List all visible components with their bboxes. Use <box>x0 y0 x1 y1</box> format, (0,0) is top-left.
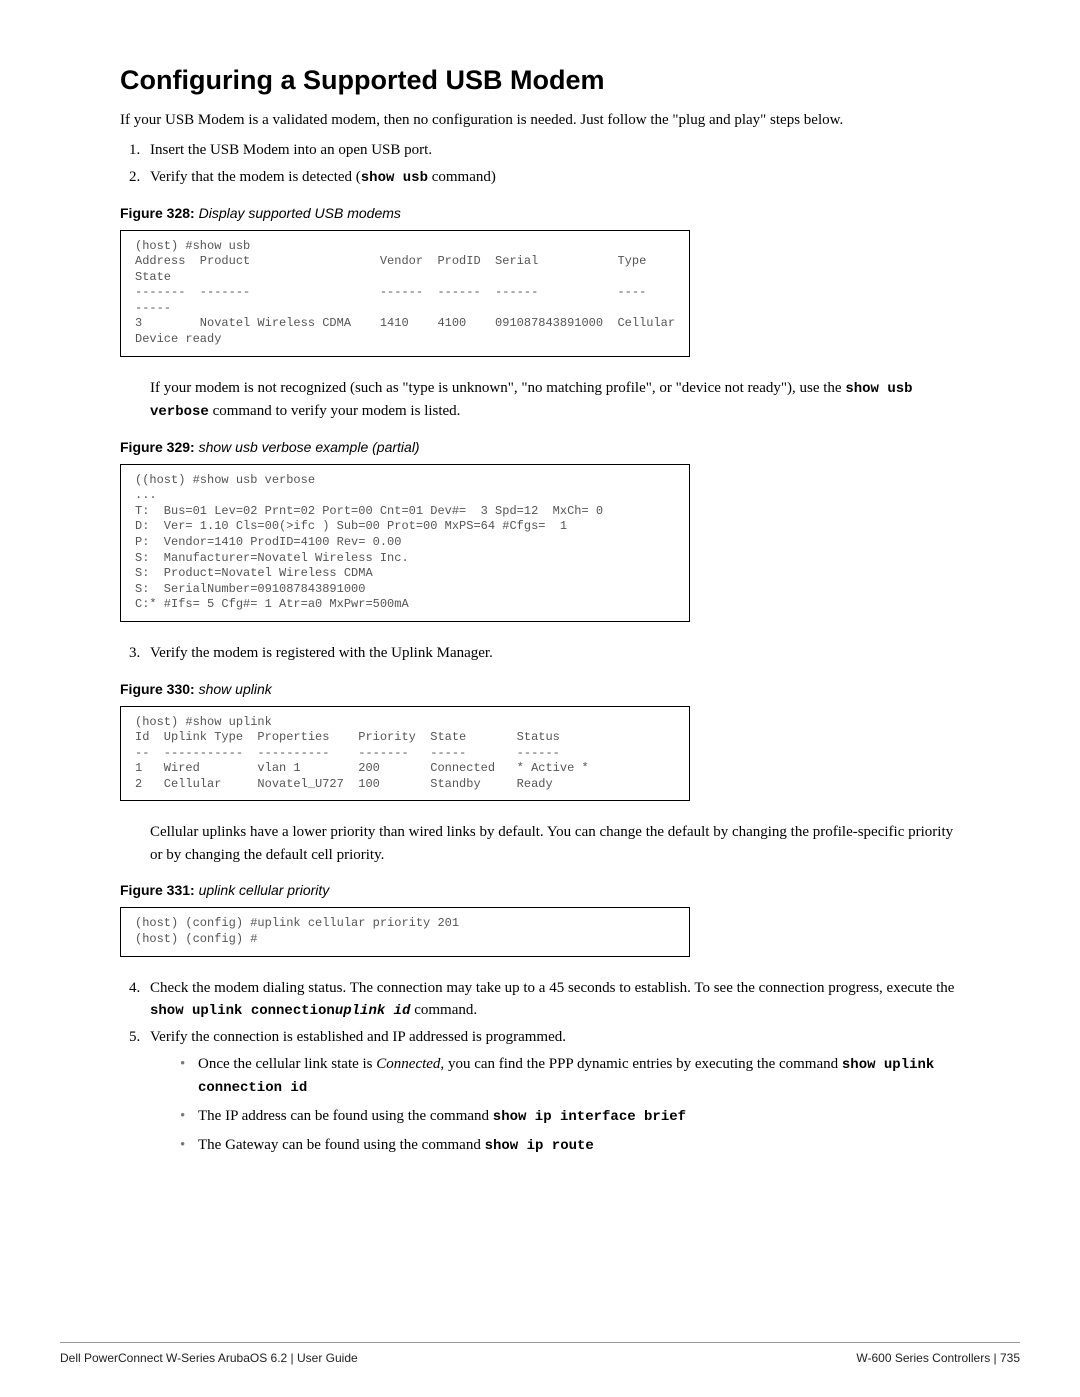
figure-331-caption: Figure 331: uplink cellular priority <box>120 880 960 901</box>
step-5: Verify the connection is established and… <box>144 1026 960 1157</box>
code-box-330: (host) #show uplink Id Uplink Type Prope… <box>120 706 690 802</box>
bullet-3: The Gateway can be found using the comma… <box>180 1134 960 1157</box>
after328-post: command to verify your modem is listed. <box>209 403 461 419</box>
step4-pre: Check the modem dialing status. The conn… <box>150 980 954 996</box>
step-4: Check the modem dialing status. The conn… <box>144 977 960 1023</box>
steps-list: Insert the USB Modem into an open USB po… <box>120 139 960 189</box>
after328-pre: If your modem is not recognized (such as… <box>150 380 845 396</box>
b1-ital: Connected, <box>376 1056 444 1072</box>
step2-post: command) <box>428 169 496 185</box>
steps-list-cont: Verify the modem is registered with the … <box>120 642 960 665</box>
step4-post: command. <box>410 1002 477 1018</box>
fig-label: Figure 329: <box>120 439 195 455</box>
code-box-331: (host) (config) #uplink cellular priorit… <box>120 907 690 956</box>
step2-pre: Verify that the modem is detected ( <box>150 169 361 185</box>
code-box-328: (host) #show usb Address Product Vendor … <box>120 230 690 357</box>
after-328-text: If your modem is not recognized (such as… <box>150 377 960 423</box>
b3-cmd: show ip route <box>485 1138 594 1154</box>
bullet-2: The IP address can be found using the co… <box>180 1105 960 1128</box>
b3-pre: The Gateway can be found using the comma… <box>198 1137 485 1153</box>
code-box-329: ((host) #show usb verbose ... T: Bus=01 … <box>120 464 690 622</box>
bullet-1: Once the cellular link state is Connecte… <box>180 1053 960 1099</box>
show-usb-cmd: show usb <box>361 170 428 186</box>
steps-list-cont2: Check the modem dialing status. The conn… <box>120 977 960 1157</box>
fig-title: show uplink <box>195 681 272 697</box>
b1-pre: Once the cellular link state is <box>198 1056 376 1072</box>
after-330-text: Cellular uplinks have a lower priority t… <box>150 821 960 866</box>
page-heading: Configuring a Supported USB Modem <box>120 60 960 101</box>
step-3: Verify the modem is registered with the … <box>144 642 960 665</box>
fig-label: Figure 328: <box>120 205 195 221</box>
step5-text: Verify the connection is established and… <box>150 1029 566 1045</box>
step-2: Verify that the modem is detected (show … <box>144 166 960 189</box>
step-1: Insert the USB Modem into an open USB po… <box>144 139 960 162</box>
b2-pre: The IP address can be found using the co… <box>198 1108 493 1124</box>
fig-label: Figure 331: <box>120 882 195 898</box>
page-footer: Dell PowerConnect W-Series ArubaOS 6.2 |… <box>60 1342 1020 1367</box>
show-uplink-conn-cmd: show uplink connection <box>150 1003 335 1019</box>
step5-bullets: Once the cellular link state is Connecte… <box>180 1053 960 1157</box>
figure-330-caption: Figure 330: show uplink <box>120 679 960 700</box>
intro-text: If your USB Modem is a validated modem, … <box>120 109 960 132</box>
footer-right: W-600 Series Controllers | 735 <box>856 1349 1020 1367</box>
uplink-id-arg: uplink id <box>335 1003 411 1019</box>
fig-title: Display supported USB modems <box>195 205 401 221</box>
figure-329-caption: Figure 329: show usb verbose example (pa… <box>120 437 960 458</box>
b2-cmd: show ip interface brief <box>493 1109 686 1125</box>
fig-title: uplink cellular priority <box>195 882 330 898</box>
b1-mid: you can find the PPP dynamic entries by … <box>444 1056 842 1072</box>
fig-label: Figure 330: <box>120 681 195 697</box>
footer-left: Dell PowerConnect W-Series ArubaOS 6.2 |… <box>60 1349 358 1367</box>
fig-title: show usb verbose example (partial) <box>195 439 420 455</box>
figure-328-caption: Figure 328: Display supported USB modems <box>120 203 960 224</box>
